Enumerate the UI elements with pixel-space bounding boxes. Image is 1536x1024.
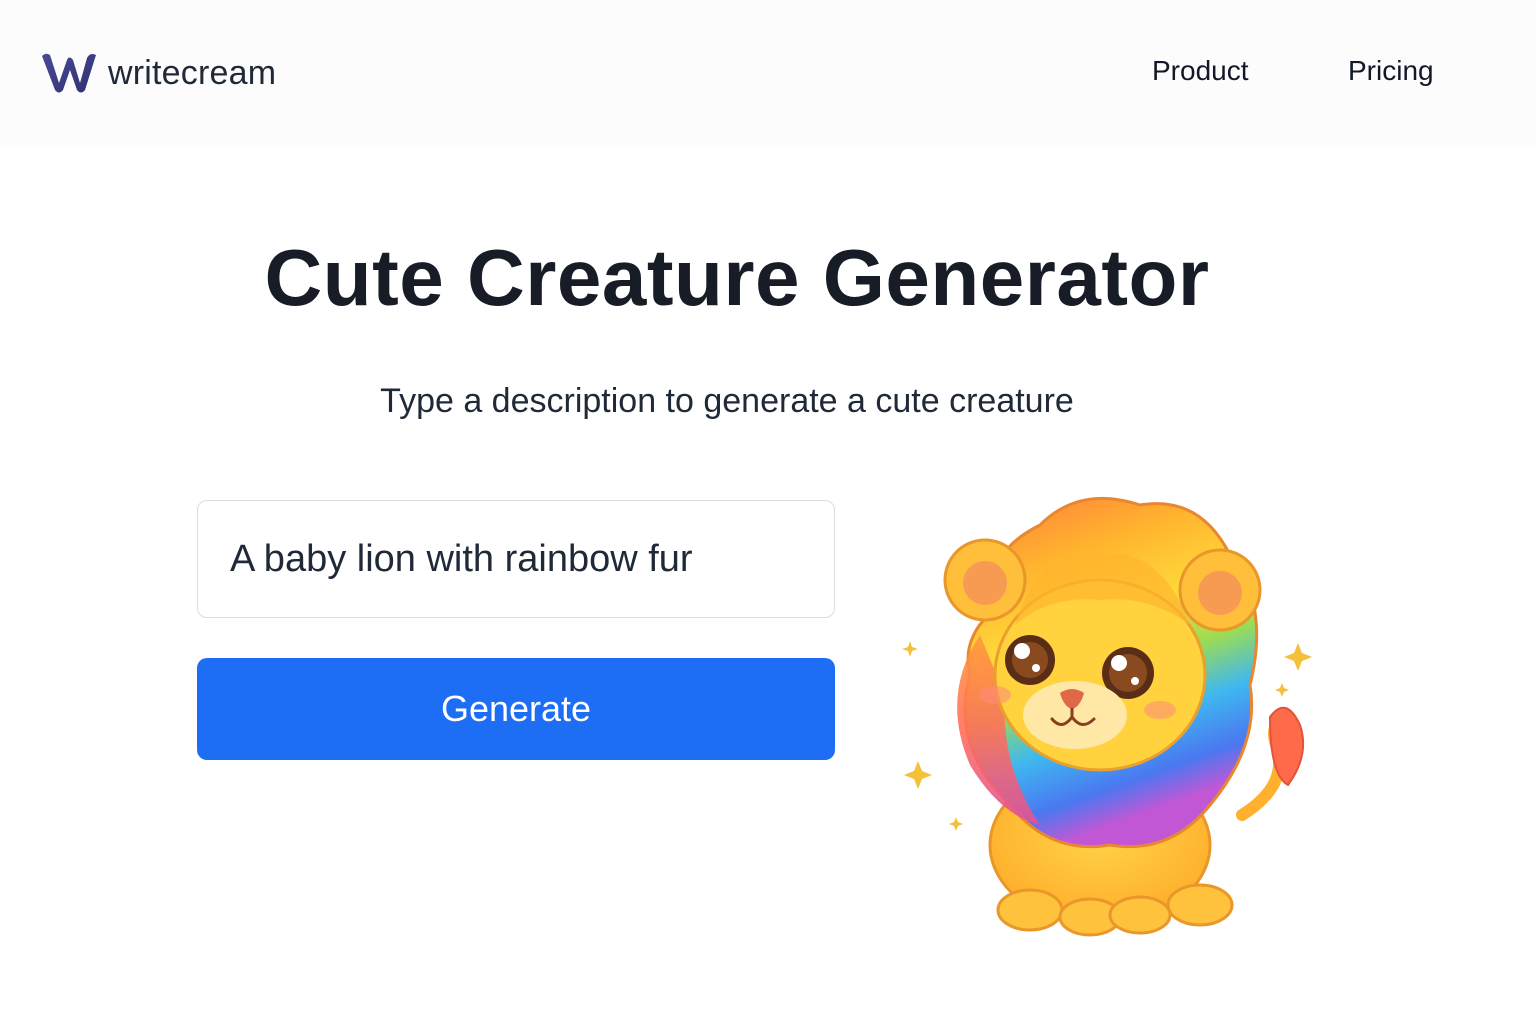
page-subtitle: Type a description to generate a cute cr… (380, 382, 1074, 420)
writecream-logo-icon (42, 53, 96, 93)
nav-link-pricing[interactable]: Pricing (1348, 55, 1434, 87)
nav-link-product[interactable]: Product (1152, 55, 1249, 87)
page-title: Cute Creature Generator (264, 233, 1210, 322)
generate-button[interactable]: Generate (197, 658, 835, 760)
top-navbar: writecream Product Pricing (0, 0, 1536, 145)
brand-logo[interactable]: writecream (40, 50, 276, 96)
baby-lion-illustration (902, 496, 1312, 937)
generated-creature-image (890, 485, 1330, 945)
brand-name: writecream (108, 53, 277, 92)
creature-description-input[interactable] (197, 500, 835, 618)
